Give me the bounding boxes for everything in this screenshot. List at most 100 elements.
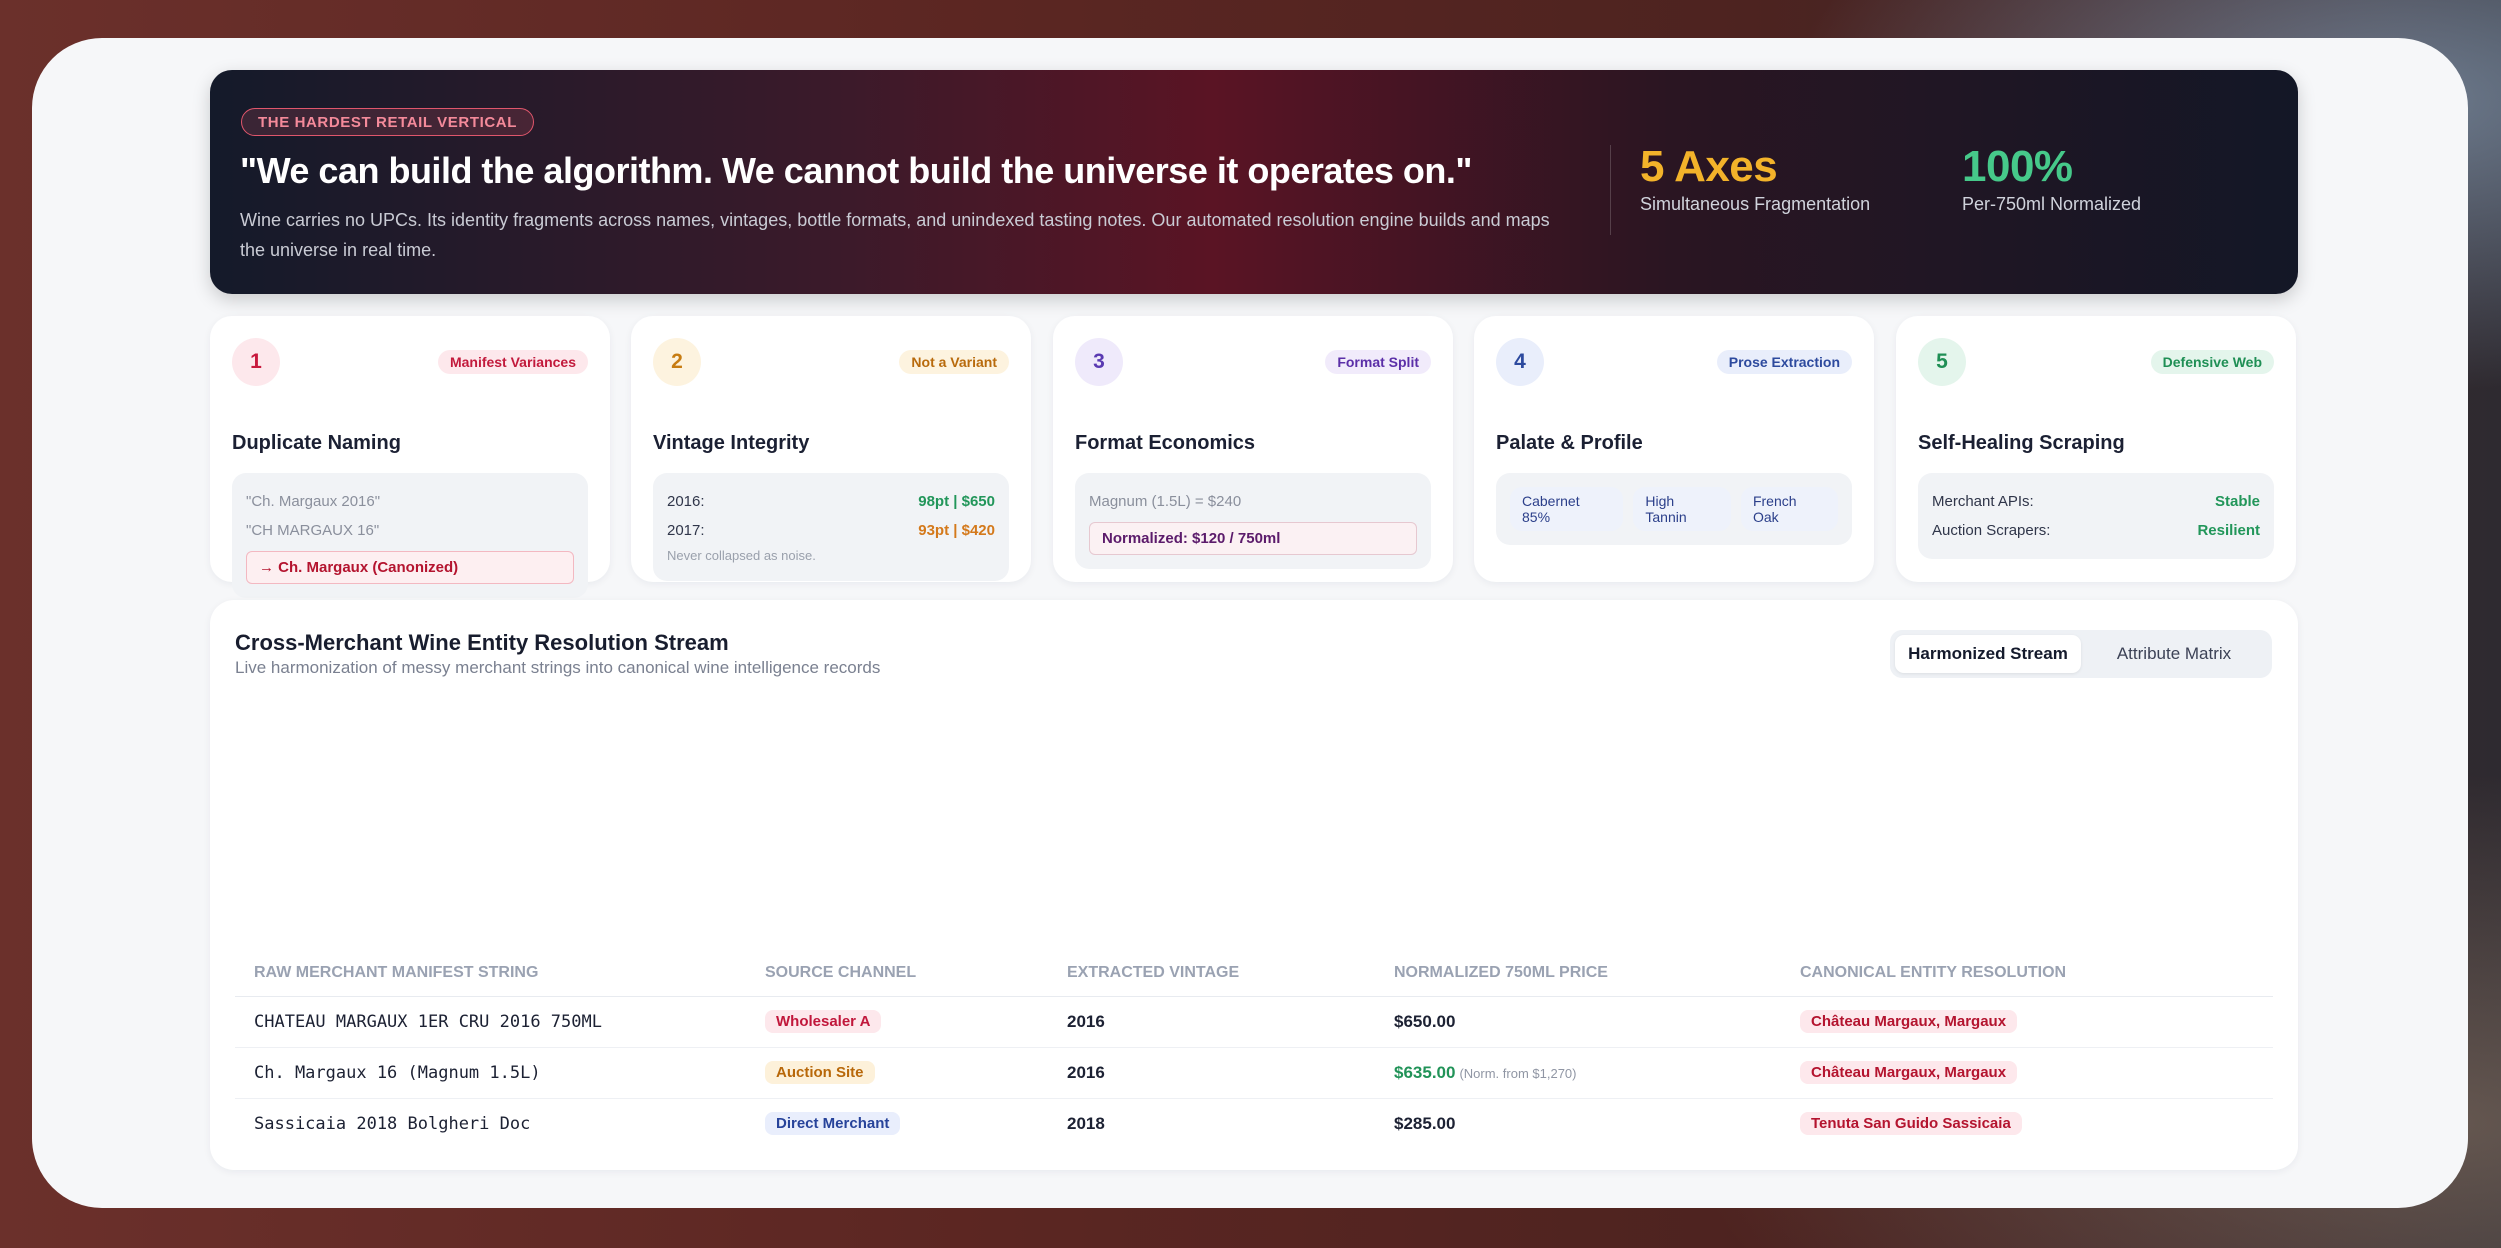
price-value: $285.00 [1394, 1113, 1456, 1133]
card-example-box: Magnum (1.5L) = $240 Normalized: $120 / … [1075, 473, 1431, 569]
price-cell: $635.00 (Norm. from $1,270) [1375, 1047, 1781, 1099]
panel-subtitle: Live harmonization of messy merchant str… [235, 658, 881, 677]
card-title: Vintage Integrity [653, 432, 810, 454]
card-format-economics: 3 Format Split Format Economics Magnum (… [1053, 316, 1453, 582]
card-title: Format Economics [1075, 432, 1256, 454]
canonized-result: → Ch. Margaux (Canonized) [246, 551, 574, 584]
status-key: Auction Scrapers: [1932, 522, 2051, 539]
canonical-badge: Tenuta San Guido Sassicaia [1800, 1112, 2022, 1136]
raw-string: Sassicaia 2018 Bolgheri Doc [254, 1113, 531, 1134]
panel-title: Cross-Merchant Wine Entity Resolution St… [235, 630, 729, 655]
vintage-row: 2017: 93pt | $420 [667, 516, 995, 545]
card-tag: Format Split [1325, 350, 1431, 374]
raw-string: CHATEAU MARGAUX 1ER CRU 2016 750ML [235, 996, 746, 1048]
hero-pill: THE HARDEST RETAIL VERTICAL [241, 108, 534, 136]
stat-axes-label: Simultaneous Fragmentation [1640, 194, 1871, 214]
card-example-box: "Ch. Margaux 2016" "CH MARGAUX 16" → Ch.… [232, 473, 588, 598]
table-row[interactable]: Sassicaia 2018 Bolgheri Doc Direct Merch… [235, 1098, 2273, 1149]
stat-normalized-label: Per-750ml Normalized [1962, 194, 2142, 214]
stat-axes-value: 5 Axes [1640, 142, 1778, 191]
vintage-score: 93pt | $420 [918, 522, 995, 539]
card-palate-profile: 4 Prose Extraction Palate & Profile Cabe… [1474, 316, 1874, 582]
vintage-cell: 2016 [1048, 1047, 1375, 1099]
status-value: Stable [2214, 493, 2260, 510]
status-key: Merchant APIs: [1932, 493, 2034, 510]
normalized-result: Normalized: $120 / 750ml [1089, 522, 1417, 555]
card-title: Palate & Profile [1496, 432, 1643, 454]
vintage-cell: 2016 [1048, 996, 1375, 1048]
card-self-healing: 5 Defensive Web Self-Healing Scraping Me… [1896, 316, 2296, 582]
source-cell: Auction Site [746, 1047, 1048, 1099]
vintage-year: 2017: [667, 522, 705, 539]
price-cell: $285.00 [1375, 1098, 1781, 1149]
variant-line: "Ch. Margaux 2016" [246, 493, 381, 510]
card-number: 1 [232, 338, 280, 386]
table-header-row: RAW MERCHANT MANIFEST STRING SOURCE CHAN… [235, 950, 2273, 997]
variant-line: "CH MARGAUX 16" [246, 522, 380, 539]
palate-chip: French Oak [1740, 487, 1838, 531]
card-tag: Defensive Web [2150, 350, 2274, 374]
source-badge: Wholesaler A [765, 1010, 882, 1033]
tab-harmonized-stream[interactable]: Harmonized Stream [1895, 635, 2081, 673]
vintage-note: Never collapsed as noise. [667, 548, 816, 563]
card-number: 2 [653, 338, 701, 386]
card-example-box: Merchant APIs: Stable Auction Scrapers: Re… [1918, 473, 2274, 559]
price-cell: $650.00 [1375, 996, 1781, 1048]
canonical-badge: Château Margaux, Margaux [1800, 1061, 2018, 1084]
card-duplicate-naming: 1 Manifest Variances Duplicate Naming "C… [210, 316, 610, 598]
canonical-cell: Château Margaux, Margaux [1781, 1047, 2273, 1099]
source-cell: Direct Merchant [746, 1098, 1048, 1149]
view-toggle: Harmonized Stream Attribute Matrix [1890, 630, 2272, 678]
canonical-cell: Tenuta San Guido Sassicaia [1781, 1098, 2273, 1149]
card-number: 4 [1496, 338, 1544, 386]
card-tag: Prose Extraction [1716, 350, 1852, 374]
column-header: EXTRACTED VINTAGE [1048, 950, 1375, 997]
canonical-badge: Château Margaux, Margaux [1800, 1010, 2018, 1033]
column-header: CANONICAL ENTITY RESOLUTION [1781, 950, 2273, 997]
table-row[interactable]: Ch. Margaux 16 (Magnum 1.5L) Auction Sit… [235, 1047, 2273, 1099]
column-header: NORMALIZED 750ML PRICE [1375, 950, 1781, 997]
table-row[interactable]: CHATEAU MARGAUX 1ER CRU 2016 750ML Whole… [235, 996, 2273, 1048]
hero-description: Wine carries no UPCs. Its identity fragm… [240, 210, 1550, 260]
column-header: RAW MERCHANT MANIFEST STRING [235, 950, 746, 997]
vintage-year: 2016: [667, 493, 705, 510]
hero-quote: "We can build the algorithm. We cannot b… [240, 150, 1472, 191]
hero-banner: THE HARDEST RETAIL VERTICAL "We can buil… [210, 70, 2298, 294]
card-title: Duplicate Naming [232, 432, 401, 454]
raw-string: Ch. Margaux 16 (Magnum 1.5L) [235, 1047, 746, 1099]
vintage-score: 98pt | $650 [918, 493, 995, 510]
card-vintage-integrity: 2 Not a Variant Vintage Integrity 2016: 9… [631, 316, 1031, 582]
canonical-cell: Château Margaux, Margaux [1781, 996, 2273, 1048]
column-header: SOURCE CHANNEL [746, 950, 1048, 997]
resolution-stream-panel: Cross-Merchant Wine Entity Resolution St… [210, 600, 2298, 1170]
status-row: Auction Scrapers: Resilient [1932, 516, 2260, 545]
price-note: (Norm. from $1,270) [1459, 1065, 1577, 1081]
price-value: $650.00 [1394, 1011, 1456, 1031]
card-number: 5 [1918, 338, 1966, 386]
card-tag: Not a Variant [899, 350, 1009, 374]
status-value: Resilient [2197, 522, 2260, 539]
stat-normalized-value: 100% [1962, 142, 2073, 191]
stat-normalized: 100% Per-750ml Normalized [1962, 142, 2141, 215]
card-example-box: Cabernet 85% High Tannin French Oak [1496, 473, 1852, 545]
format-line: Magnum (1.5L) = $240 [1089, 493, 1242, 510]
card-example-box: 2016: 98pt | $650 2017: 93pt | $420 Never … [653, 473, 1009, 581]
content-frame: THE HARDEST RETAIL VERTICAL "We can buil… [32, 38, 2468, 1208]
palate-chips: Cabernet 85% High Tannin French Oak [1510, 487, 1838, 531]
resolution-table: RAW MERCHANT MANIFEST STRING SOURCE CHAN… [235, 950, 2273, 1149]
status-row: Merchant APIs: Stable [1932, 487, 2260, 516]
stat-axes: 5 Axes Simultaneous Fragmentation [1640, 142, 1870, 215]
tab-attribute-matrix[interactable]: Attribute Matrix [2081, 635, 2267, 673]
palate-chip: High Tannin [1633, 487, 1731, 531]
vintage-cell: 2018 [1067, 1113, 1105, 1133]
price-value: $635.00 [1394, 1062, 1456, 1082]
source-badge: Direct Merchant [765, 1112, 901, 1136]
card-number: 3 [1075, 338, 1123, 386]
hero-divider [1610, 145, 1611, 235]
palate-chip: Cabernet 85% [1510, 487, 1624, 531]
card-title: Self-Healing Scraping [1918, 432, 2125, 454]
card-tag: Manifest Variances [437, 350, 588, 374]
vintage-row: 2016: 98pt | $650 [667, 487, 995, 516]
source-badge: Auction Site [765, 1061, 875, 1084]
source-cell: Wholesaler A [746, 996, 1048, 1048]
